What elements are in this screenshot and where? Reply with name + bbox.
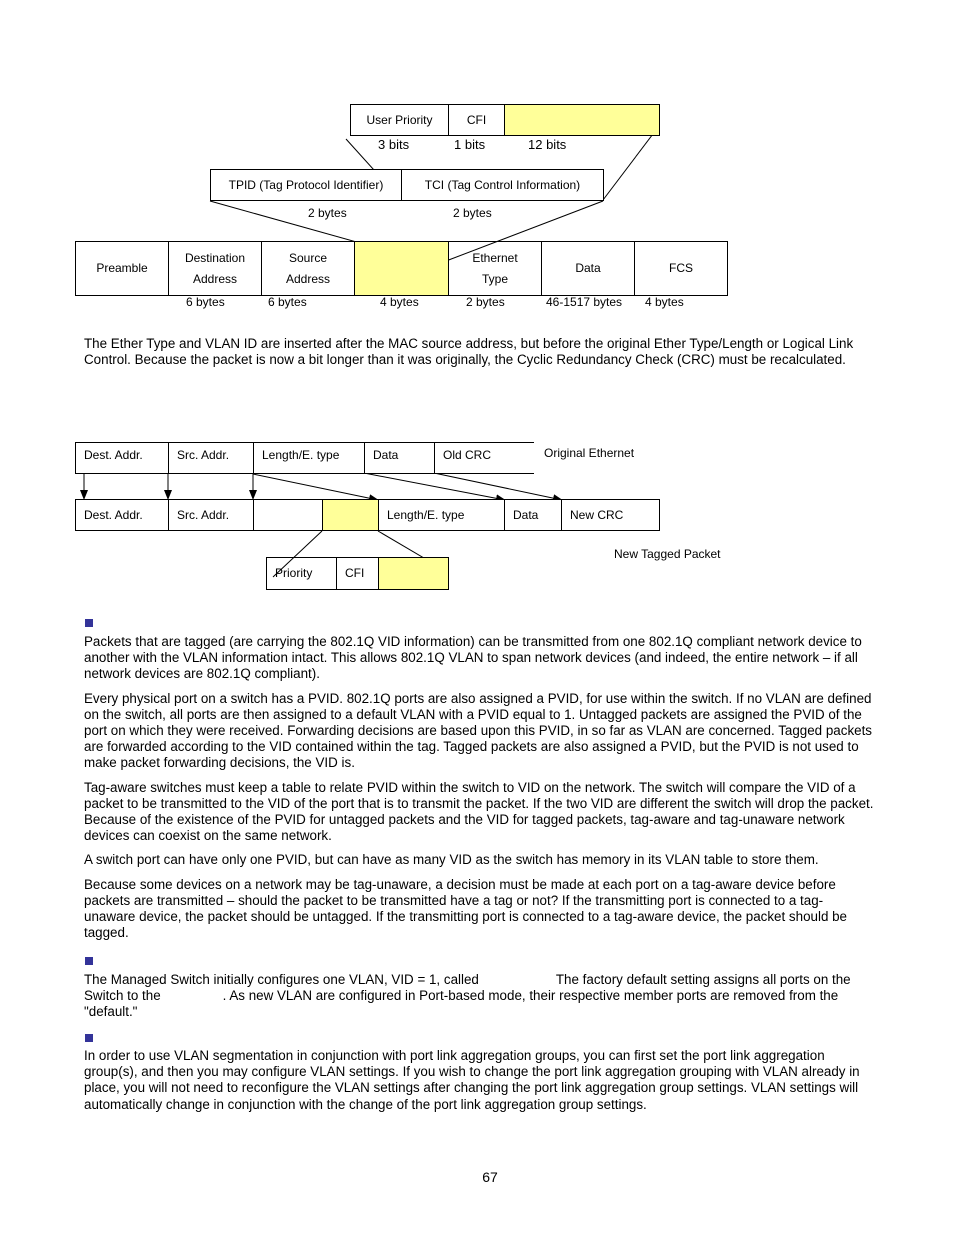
- new-tagged-packet-label: New Tagged Packet: [614, 547, 721, 561]
- original-ethernet-label: Original Ethernet: [544, 446, 635, 460]
- size-label: 4 bytes: [645, 295, 684, 309]
- tagged-new-crc: New CRC: [561, 499, 660, 531]
- tagged-tpid: [253, 499, 323, 531]
- paragraph: Tag-aware switches must keep a table to …: [84, 779, 874, 844]
- section-bullet-icon: [85, 619, 93, 627]
- tci-user-priority-field: User Priority: [350, 104, 449, 136]
- paragraph: In order to use VLAN segmentation in con…: [84, 1048, 860, 1112]
- tpid-field: TPID (Tag Protocol Identifier): [210, 169, 402, 201]
- frame-vlan-tag: [354, 241, 449, 296]
- section-bullet-icon: [85, 957, 93, 965]
- detail-vid: [378, 557, 449, 590]
- page-number: 67: [482, 1169, 498, 1185]
- vlan-tag-diagrams: User Priority CFI 3 bits 1 bits 12 bits …: [0, 0, 954, 620]
- size-label: 2 bytes: [308, 206, 347, 220]
- size-label: 2 bytes: [453, 206, 492, 220]
- tagged-tci: [322, 499, 379, 531]
- frame-preamble: Preamble: [75, 241, 169, 296]
- frame-data: Data: [541, 241, 635, 296]
- section-2-body: The Managed Switch initially configures …: [84, 972, 874, 1021]
- size-label: 46-1517 bytes: [546, 295, 623, 309]
- arrow: [252, 473, 379, 503]
- tagged-data: Data: [504, 499, 562, 531]
- tci-field: TCI (Tag Control Information): [401, 169, 604, 201]
- size-label: 2 bytes: [466, 295, 505, 309]
- paragraph: The Managed Switch initially configures …: [84, 972, 851, 1020]
- section-3-body: In order to use VLAN segmentation in con…: [84, 1048, 874, 1113]
- section-1-body: Packets that are tagged (are carrying th…: [84, 634, 874, 941]
- detail-cfi: CFI: [336, 557, 379, 590]
- tci-cfi-field: CFI: [448, 104, 505, 136]
- detail-priority: Priority: [266, 557, 337, 590]
- arrow: [433, 472, 563, 503]
- size-label: 12 bits: [528, 137, 567, 152]
- paragraph: A switch port can have only one PVID, bu…: [84, 852, 819, 868]
- frame-source-address: Source Address: [261, 241, 355, 296]
- orig-dest-addr: Dest. Addr.: [75, 442, 169, 474]
- tagged-src-addr: Src. Addr.: [168, 499, 254, 531]
- orig-length-type: Length/E. type: [253, 442, 365, 474]
- frame-fcs: FCS: [634, 241, 728, 296]
- expand-line: [602, 125, 660, 201]
- orig-data: Data: [364, 442, 435, 474]
- insert-paragraph: The Ether Type and VLAN ID are inserted …: [84, 336, 854, 368]
- size-label: 6 bytes: [268, 295, 307, 309]
- size-label: 3 bits: [378, 137, 410, 152]
- orig-src-addr: Src. Addr.: [168, 442, 254, 474]
- section-bullet-icon: [85, 1034, 93, 1042]
- arrow: [363, 472, 506, 503]
- size-label: 6 bytes: [186, 295, 225, 309]
- paragraph: Packets that are tagged (are carrying th…: [84, 634, 862, 682]
- tagged-length-type: Length/E. type: [378, 499, 505, 531]
- tci-vid-field: [504, 104, 660, 136]
- paragraph: Because some devices on a network may be…: [84, 876, 848, 941]
- orig-old-crc: Old CRC: [434, 442, 534, 474]
- size-label: 1 bits: [454, 137, 486, 152]
- frame-destination-address: Destination Address: [168, 241, 262, 296]
- size-label: 4 bytes: [380, 295, 419, 309]
- frame-ethernet-type: Ethernet Type: [448, 241, 542, 296]
- paragraph: Every physical port on a switch has a PV…: [84, 690, 872, 771]
- tagged-dest-addr: Dest. Addr.: [75, 499, 169, 531]
